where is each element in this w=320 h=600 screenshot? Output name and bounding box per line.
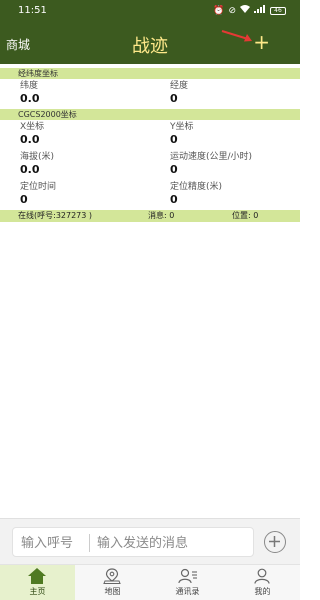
plus-icon <box>269 536 280 547</box>
message-input[interactable] <box>97 534 249 552</box>
longitude-label: 经度 <box>170 81 189 91</box>
status-bar: 11:51 ⏰ ⊘ 46 <box>0 0 300 24</box>
x-coord-label: X坐标 <box>20 122 45 132</box>
tab-profile-label: 我的 <box>254 587 271 596</box>
map-pin-icon <box>103 568 121 584</box>
y-coord-value: 0 <box>170 133 178 146</box>
online-status-bar: 在线(呼号:327273 ) 消息: 0 位置: 0 <box>0 210 300 222</box>
y-coord-field: Y坐标 0 <box>170 122 310 146</box>
longitude-field: 经度 0 <box>170 81 310 105</box>
section-header-cgcs2000: CGCS2000坐标 <box>0 109 300 120</box>
speed-field: 运动速度(公里/小时) 0 <box>170 152 295 176</box>
signal-icon <box>254 5 266 16</box>
accuracy-value: 0 <box>170 193 178 206</box>
tab-home[interactable]: 主页 <box>0 565 75 600</box>
wifi-icon <box>240 5 250 16</box>
x-coord-field: X坐标 0.0 <box>20 122 160 146</box>
speed-value: 0 <box>170 163 178 176</box>
contacts-icon <box>178 568 197 584</box>
latitude-label: 纬度 <box>20 81 39 91</box>
home-icon <box>28 568 46 584</box>
status-time: 11:51 <box>18 5 47 16</box>
accuracy-label: 定位精度(米) <box>170 182 223 192</box>
alarm-icon: ⏰ <box>213 5 225 16</box>
accuracy-field: 定位精度(米) 0 <box>170 182 310 206</box>
position-count: 位置: 0 <box>232 211 259 220</box>
fix-time-value: 0 <box>20 193 28 206</box>
message-count: 消息: 0 <box>148 211 175 220</box>
status-icons: ⏰ ⊘ 46 <box>213 5 286 16</box>
fix-time-field: 定位时间 0 <box>20 182 160 206</box>
altitude-label: 海拔(米) <box>20 152 55 162</box>
tab-profile[interactable]: 我的 <box>225 565 300 600</box>
tab-home-label: 主页 <box>29 587 46 596</box>
tab-contacts-label: 通讯录 <box>175 587 200 596</box>
add-attachment-button[interactable] <box>264 531 286 553</box>
speed-label: 运动速度(公里/小时) <box>170 152 253 162</box>
app-bar: 商城 战迹 + <box>0 24 300 64</box>
tab-map[interactable]: 地图 <box>75 565 150 600</box>
tab-contacts[interactable]: 通讯录 <box>150 565 225 600</box>
mute-icon: ⊘ <box>228 5 236 16</box>
tab-map-label: 地图 <box>104 587 121 596</box>
longitude-value: 0 <box>170 92 178 105</box>
latitude-value: 0.0 <box>20 92 40 105</box>
y-coord-label: Y坐标 <box>170 122 194 132</box>
annotation-arrow-icon <box>221 30 252 42</box>
input-box <box>12 527 254 557</box>
add-button[interactable]: + <box>253 32 270 52</box>
section-header-latlon: 经纬度坐标 <box>0 68 300 79</box>
input-divider <box>89 534 90 552</box>
online-callsign: 在线(呼号:327273 ) <box>18 211 93 220</box>
bottom-tab-bar: 主页 地图 通讯录 我的 <box>0 564 300 600</box>
latitude-field: 纬度 0.0 <box>20 81 160 105</box>
altitude-value: 0.0 <box>20 163 40 176</box>
altitude-field: 海拔(米) 0.0 <box>20 152 160 176</box>
x-coord-value: 0.0 <box>20 133 40 146</box>
message-input-bar <box>0 518 300 564</box>
fix-time-label: 定位时间 <box>20 182 57 192</box>
battery-icon: 46 <box>270 6 286 15</box>
callsign-input[interactable] <box>21 534 85 552</box>
user-icon <box>254 568 270 584</box>
